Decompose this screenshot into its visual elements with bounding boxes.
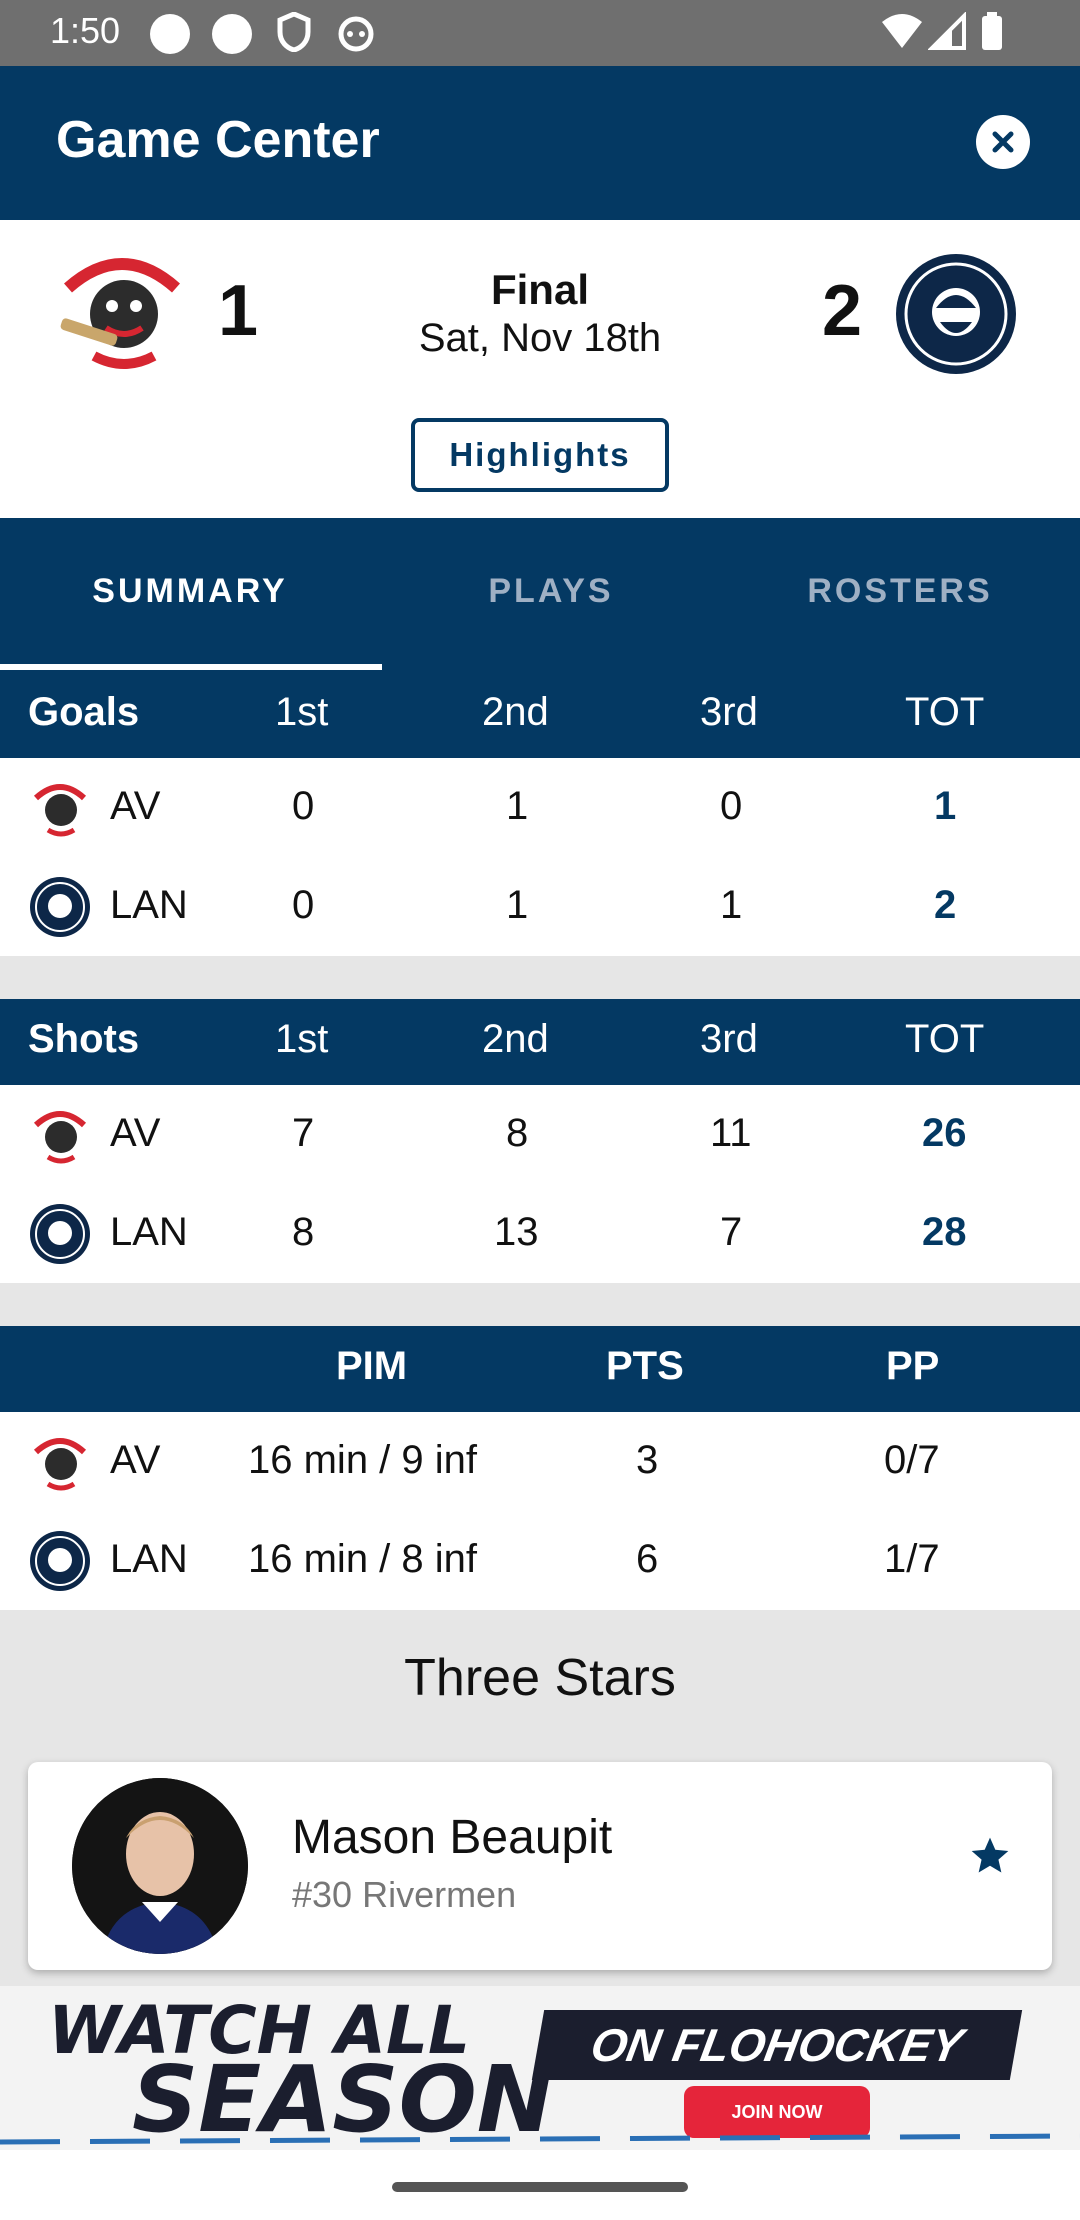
scoreboard: 1 Final Sat, Nov 18th 2 Highlights (0, 220, 1080, 518)
page-title: Game Center (56, 111, 380, 169)
period-value: 1 (720, 883, 743, 927)
pts-value: 6 (636, 1537, 659, 1581)
player-avatar (72, 1778, 248, 1954)
signal-icon (928, 12, 966, 50)
tab-plays[interactable]: PLAYS (371, 572, 731, 611)
ad-brand: ON FLOHOCKEY (531, 2010, 1023, 2080)
player-name: Mason Beaupit (292, 1811, 613, 1864)
away-score: 2 (822, 271, 863, 351)
status-bar: 1:50 (0, 0, 1080, 66)
column-header: Goals (28, 690, 140, 734)
goals-table: Goals 1st 2nd 3rd TOT AV 0 1 0 1 LAN 0 1… (0, 672, 1080, 956)
total-value: 28 (922, 1210, 967, 1254)
home-team-logo (33, 1438, 87, 1491)
table-header: Goals 1st 2nd 3rd TOT (0, 672, 1080, 758)
table-row: LAN 0 1 1 2 (0, 857, 1080, 956)
highlights-button[interactable]: Highlights (411, 418, 669, 492)
shots-table: Shots 1st 2nd 3rd TOT AV 7 8 11 26 LAN 8… (0, 999, 1080, 1283)
away-team-logo (896, 254, 1016, 374)
home-team-logo (33, 1111, 87, 1164)
column-header: 2nd (482, 1017, 549, 1061)
team-abbr: AV (110, 1111, 161, 1155)
status-time: 1:50 (50, 10, 121, 51)
column-header: TOT (905, 690, 985, 734)
pim-value: 16 min / 8 inf (248, 1537, 478, 1581)
total-value: 1 (934, 784, 957, 828)
away-team-logo (30, 877, 90, 937)
period-value: 1 (506, 784, 529, 828)
column-header: 3rd (700, 690, 758, 734)
three-stars-title: Three Stars (404, 1649, 676, 1707)
battery-icon (982, 12, 1002, 50)
period-value: 8 (506, 1111, 529, 1155)
table-row: AV 0 1 0 1 (0, 758, 1080, 857)
period-value: 1 (506, 883, 529, 927)
team-abbr: AV (110, 1438, 161, 1482)
pim-value: 16 min / 9 inf (248, 1438, 478, 1482)
column-header: PP (886, 1344, 940, 1388)
home-team-logo (33, 784, 87, 837)
home-gesture-handle[interactable] (392, 2182, 688, 2192)
column-header: 3rd (700, 1017, 758, 1061)
team-abbr: LAN (110, 1210, 188, 1254)
pp-value: 1/7 (884, 1537, 940, 1581)
total-value: 2 (934, 883, 957, 927)
star-icon (971, 1837, 1009, 1873)
period-value: 11 (710, 1111, 752, 1155)
column-header: PTS (606, 1344, 684, 1388)
table-header: PIM PTS PP (0, 1326, 1080, 1412)
team-abbr: AV (110, 784, 161, 828)
table-row: LAN 8 13 7 28 (0, 1184, 1080, 1283)
period-value: 13 (494, 1210, 539, 1254)
navigation-bar (0, 2150, 1080, 2220)
shield-icon (277, 12, 311, 52)
pp-value: 0/7 (884, 1438, 940, 1482)
active-tab-indicator (0, 664, 382, 670)
stats-table: PIM PTS PP AV 16 min / 9 inf 3 0/7 LAN 1… (0, 1326, 1080, 1610)
table-row: AV 7 8 11 26 (0, 1085, 1080, 1184)
period-value: 0 (292, 784, 315, 828)
close-icon (992, 131, 1014, 153)
player-photo (72, 1778, 248, 1954)
ad-decoration (0, 2133, 1080, 2145)
close-button[interactable] (976, 115, 1030, 169)
ad-banner[interactable]: WATCH ALL SEASON ON FLOHOCKEY JOIN NOW (0, 1986, 1080, 2150)
pts-value: 3 (636, 1438, 659, 1482)
column-header: 1st (275, 690, 329, 734)
team-abbr: LAN (110, 1537, 188, 1581)
table-header: Shots 1st 2nd 3rd TOT (0, 999, 1080, 1085)
team-abbr: LAN (110, 883, 188, 927)
wifi-icon (882, 14, 922, 48)
column-header: 2nd (482, 690, 549, 734)
period-value: 0 (292, 883, 315, 927)
period-value: 0 (720, 784, 743, 828)
table-row: AV 16 min / 9 inf 3 0/7 (0, 1412, 1080, 1511)
period-value: 7 (720, 1210, 743, 1254)
column-header: 1st (275, 1017, 329, 1061)
period-value: 8 (292, 1210, 315, 1254)
notification-icon (212, 14, 252, 54)
android-icon (338, 16, 374, 52)
app-header: Game Center (0, 66, 1080, 220)
away-team-logo (30, 1531, 90, 1591)
player-info: #30 Rivermen (292, 1874, 517, 1915)
tab-summary[interactable]: SUMMARY (10, 572, 370, 611)
column-header: PIM (336, 1344, 408, 1388)
total-value: 26 (922, 1111, 967, 1155)
notification-icon (150, 14, 190, 54)
away-team-logo (30, 1204, 90, 1264)
table-row: LAN 16 min / 8 inf 6 1/7 (0, 1511, 1080, 1610)
star-player-card[interactable]: Mason Beaupit #30 Rivermen (28, 1762, 1052, 1970)
tab-rosters[interactable]: ROSTERS (720, 572, 1080, 611)
period-value: 7 (292, 1111, 315, 1155)
tab-bar: SUMMARY PLAYS ROSTERS (0, 518, 1080, 672)
column-header: TOT (905, 1017, 985, 1061)
column-header: Shots (28, 1017, 140, 1061)
